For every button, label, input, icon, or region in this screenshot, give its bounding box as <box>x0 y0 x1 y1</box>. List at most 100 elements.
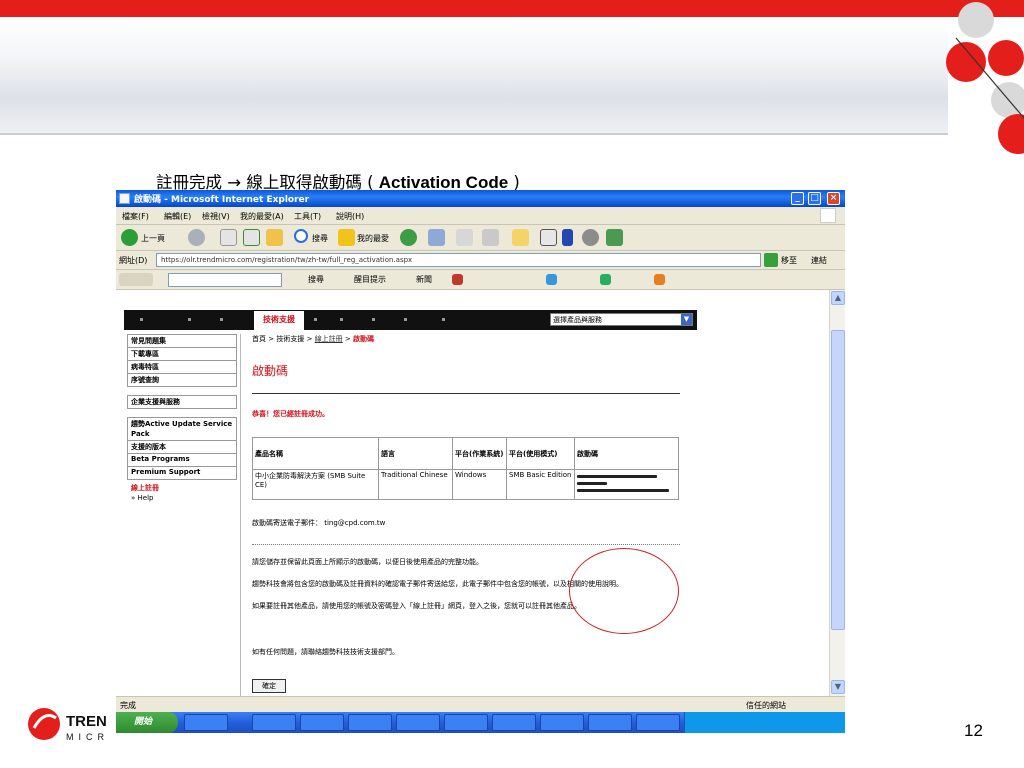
links-item-icon[interactable] <box>452 274 463 285</box>
nav-separator <box>220 318 223 321</box>
nav-separator <box>340 318 343 321</box>
taskbar-item[interactable] <box>492 714 536 731</box>
scroll-down-icon[interactable]: ▼ <box>831 680 845 694</box>
discuss-icon[interactable] <box>540 229 557 246</box>
tools-icon[interactable] <box>606 229 623 246</box>
links-item-icon[interactable] <box>654 274 665 285</box>
side-item-virus[interactable]: 病毒特區 <box>127 361 237 374</box>
ok-button[interactable]: 確定 <box>252 679 286 693</box>
taskbar-item[interactable] <box>300 714 344 731</box>
search-icon[interactable] <box>294 229 308 243</box>
redacted-code <box>577 482 607 485</box>
taskbar-item[interactable] <box>348 714 392 731</box>
chevron-down-icon[interactable]: ▼ <box>681 314 692 325</box>
header-banner <box>0 17 948 133</box>
mail-icon[interactable] <box>456 229 473 246</box>
go-icon[interactable] <box>764 253 778 267</box>
taskbar-item[interactable] <box>540 714 584 731</box>
side-item-online-register[interactable]: 線上註冊 <box>127 483 237 493</box>
favorites-star-icon[interactable] <box>338 229 355 246</box>
edit-icon[interactable] <box>512 229 529 246</box>
go-label[interactable]: 移至 <box>781 255 797 266</box>
product-select[interactable]: 選擇產品與服務 ▼ <box>550 313 693 326</box>
links-search[interactable]: 搜尋 <box>308 274 324 285</box>
highlight-ellipse <box>569 548 679 634</box>
taskbar-item[interactable] <box>252 714 296 731</box>
cell-language: Traditional Chinese <box>378 469 453 500</box>
side-item-versions[interactable]: 支援的版本 <box>127 441 237 454</box>
side-item-help[interactable]: » Help <box>127 494 237 502</box>
address-label: 網址(D) <box>119 256 148 265</box>
scroll-thumb[interactable] <box>831 330 845 630</box>
col-activation-code: 啟動碼 <box>574 437 679 470</box>
side-item-faq[interactable]: 常見問題集 <box>127 334 237 348</box>
history-icon[interactable] <box>428 229 445 246</box>
sidebar-divider <box>240 334 241 696</box>
links-item-icon[interactable] <box>600 274 611 285</box>
taskbar-item[interactable] <box>396 714 440 731</box>
side-item-beta[interactable]: Beta Programs <box>127 454 237 467</box>
links-search-input[interactable] <box>168 273 282 287</box>
back-label[interactable]: 上一頁 <box>141 233 165 244</box>
menu-view[interactable]: 檢視(V) <box>202 211 230 222</box>
trend-micro-logo: TREN MICR <box>28 708 107 742</box>
favorites-label[interactable]: 我的最愛 <box>357 233 389 244</box>
nav-separator <box>372 318 375 321</box>
nav-separator <box>188 318 191 321</box>
research-icon[interactable] <box>582 229 599 246</box>
success-message: 恭喜！您已經註冊成功。 <box>252 410 329 418</box>
quick-launch[interactable] <box>184 714 228 731</box>
system-tray[interactable] <box>684 712 845 733</box>
page-title: 啟動碼 <box>252 364 289 378</box>
taskbar-item[interactable] <box>444 714 488 731</box>
minimize-icon[interactable]: _ <box>791 192 804 205</box>
side-item-active-update[interactable]: 趨勢Active Update Service Pack <box>127 417 237 441</box>
links-item-icon[interactable] <box>546 274 557 285</box>
side-menu: 常見問題集 下載專區 病毒特區 序號查詢 企業支援與服務 趨勢Active Up… <box>127 334 237 502</box>
menu-help[interactable]: 說明(H) <box>336 211 364 222</box>
crumb-separator: > <box>306 335 313 343</box>
side-item-premium[interactable]: Premium Support <box>127 467 237 480</box>
close-icon[interactable]: × <box>827 192 840 205</box>
table-header-row: 產品名稱 語言 平台(作業系統) 平台(使用模式) 啟動碼 <box>252 437 679 470</box>
svg-text:TREN: TREN <box>66 713 107 730</box>
search-label[interactable]: 搜尋 <box>312 233 328 244</box>
scroll-up-icon[interactable]: ▲ <box>831 291 845 305</box>
menu-tools[interactable]: 工具(T) <box>294 211 321 222</box>
stop-icon[interactable] <box>220 229 237 246</box>
links-label[interactable]: 連結 <box>811 255 827 266</box>
media-icon[interactable] <box>400 229 417 246</box>
home-icon[interactable] <box>266 229 283 246</box>
maximize-icon[interactable]: □ <box>808 192 821 205</box>
menu-file[interactable]: 檔案(F) <box>122 211 149 222</box>
side-item-enterprise[interactable]: 企業支援與服務 <box>127 395 237 409</box>
menu-edit[interactable]: 編輯(E) <box>164 211 191 222</box>
refresh-icon[interactable] <box>243 229 260 246</box>
forward-icon[interactable] <box>188 229 205 246</box>
side-item-serial[interactable]: 序號查詢 <box>127 374 237 387</box>
taskbar-item[interactable] <box>636 714 680 731</box>
crumb-home[interactable]: 首頁 <box>252 335 266 343</box>
col-platform-mode: 平台(使用模式) <box>506 437 575 470</box>
messenger-icon[interactable] <box>562 229 573 246</box>
site-top-nav: 技術支援 選擇產品與服務 ▼ <box>124 310 697 330</box>
crumb-separator: > <box>268 335 275 343</box>
crumb-register[interactable]: 線上註冊 <box>315 335 343 343</box>
address-input[interactable]: https://olr.trendmicro.com/registration/… <box>156 253 761 267</box>
crumb-current: 啟動碼 <box>353 335 375 343</box>
crumb-support[interactable]: 技術支援 <box>276 335 304 343</box>
back-icon[interactable] <box>121 229 138 246</box>
menu-bar: 檔案(F) 編輯(E) 檢視(V) 我的最愛(A) 工具(T) 說明(H) <box>116 207 845 225</box>
links-highlight[interactable]: 醒目提示 <box>354 274 386 285</box>
menu-favorites[interactable]: 我的最愛(A) <box>240 211 284 222</box>
window-titlebar: 啟動碼 - Microsoft Internet Explorer _ □ × <box>116 190 845 207</box>
tab-tech-support[interactable]: 技術支援 <box>254 311 304 330</box>
crumb-separator: > <box>344 335 351 343</box>
print-icon[interactable] <box>482 229 499 246</box>
links-news[interactable]: 新聞 <box>416 274 432 285</box>
nav-separator <box>314 318 317 321</box>
email-line: 啟動碼寄送電子郵件： ting@cpd.com.tw <box>252 519 386 527</box>
taskbar-item[interactable] <box>588 714 632 731</box>
vertical-scrollbar[interactable]: ▲ ▼ <box>829 290 845 696</box>
side-item-download[interactable]: 下載專區 <box>127 348 237 361</box>
